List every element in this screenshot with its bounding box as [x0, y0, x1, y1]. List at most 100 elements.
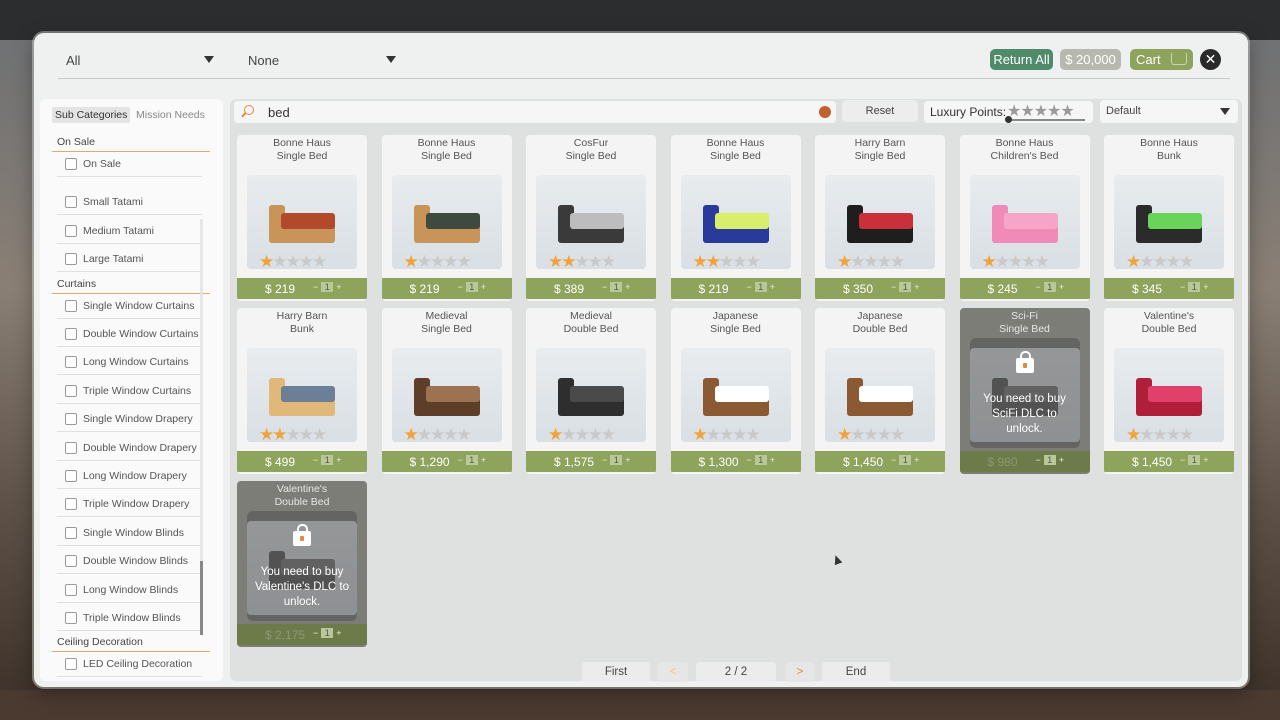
subcategory-checkbox-item[interactable]: Long Window Blinds: [57, 579, 202, 603]
product-card[interactable]: Medieval Single Bed ★★★★★ $ 1,290−1 +: [381, 308, 512, 474]
minus-icon[interactable]: −: [313, 455, 318, 465]
product-card[interactable]: Japanese Single Bed ★★★★★ $ 1,300−1 +: [670, 308, 801, 474]
plus-icon[interactable]: +: [625, 282, 630, 292]
minus-icon[interactable]: −: [602, 455, 607, 465]
plus-icon[interactable]: +: [1059, 455, 1064, 465]
checkbox-icon[interactable]: [65, 526, 77, 539]
category-dropdown[interactable]: All: [66, 53, 216, 68]
checkbox-icon[interactable]: [65, 328, 77, 340]
luxury-slider-handle[interactable]: [1005, 116, 1012, 123]
minus-icon[interactable]: −: [891, 282, 896, 292]
quantity-stepper[interactable]: −1 +: [458, 282, 486, 292]
quantity-stepper[interactable]: −1 +: [747, 455, 775, 465]
search-bar[interactable]: bed: [234, 101, 836, 123]
checkbox-icon[interactable]: [65, 413, 77, 426]
product-card[interactable]: Japanese Double Bed ★★★★★ $ 1,450−1 +: [815, 308, 945, 474]
product-card[interactable]: Sci-Fi Single Bed $ 980 −1 + You need to buy …: [959, 308, 1090, 474]
product-card[interactable]: Harry Barn Bunk ★★★★★ $ 499−1 +: [237, 308, 367, 474]
quantity-stepper[interactable]: −1 +: [891, 455, 920, 465]
checkbox-icon[interactable]: [65, 583, 77, 596]
minus-icon[interactable]: −: [891, 455, 896, 465]
product-card[interactable]: Bonne Haus Bunk ★★★★★ $ 345−1 +: [1104, 135, 1234, 301]
subcategory-checkbox-item[interactable]: On Sale: [57, 153, 202, 177]
plus-icon[interactable]: +: [481, 455, 486, 465]
checkbox-icon[interactable]: [65, 470, 77, 482]
subcategory-checkbox-item[interactable]: Triple Window Curtains: [57, 380, 202, 404]
checkbox-icon[interactable]: [65, 612, 77, 624]
return-all-button[interactable]: Return All: [990, 49, 1053, 70]
plus-icon[interactable]: +: [336, 628, 341, 638]
minus-icon[interactable]: −: [1180, 455, 1185, 465]
quantity-stepper[interactable]: −1 +: [458, 455, 486, 465]
quantity-stepper[interactable]: −1 +: [747, 282, 775, 292]
subcategory-checkbox-item[interactable]: Triple Window Drapery: [57, 493, 202, 518]
subcategory-checkbox-item[interactable]: Large Tatami: [57, 248, 202, 273]
plus-icon[interactable]: +: [770, 455, 775, 465]
tab-mission-needs[interactable]: Mission Needs: [133, 107, 208, 123]
minus-icon[interactable]: −: [747, 455, 752, 465]
minus-icon[interactable]: −: [313, 628, 318, 638]
plus-icon[interactable]: +: [1203, 282, 1208, 292]
plus-icon[interactable]: +: [336, 455, 341, 465]
checkbox-icon[interactable]: [65, 253, 77, 266]
subcategory-checkbox-item[interactable]: Double Window Blinds: [57, 550, 202, 575]
sort-dropdown[interactable]: Default: [1100, 100, 1238, 123]
minus-icon[interactable]: −: [602, 282, 607, 292]
subfilter-dropdown[interactable]: None: [248, 53, 398, 68]
minus-icon[interactable]: −: [458, 455, 463, 465]
quantity-stepper[interactable]: −1 +: [602, 282, 631, 292]
product-card[interactable]: Bonne Haus Children's Bed ★★★★★ $ 245−1 +: [959, 135, 1090, 301]
minus-icon[interactable]: −: [313, 282, 318, 292]
checkbox-icon[interactable]: [65, 555, 77, 568]
quantity-stepper[interactable]: −1 +: [1036, 455, 1064, 465]
sidebar-scrollbar-thumb[interactable]: [200, 561, 203, 635]
tab-sub-categories[interactable]: Sub Categories: [52, 107, 131, 123]
product-card[interactable]: Bonne Haus Single Bed ★★★★★ $ 219−1 +: [670, 135, 801, 301]
subcategory-checkbox-item[interactable]: Single Window Drapery: [57, 408, 202, 433]
plus-icon[interactable]: +: [625, 455, 630, 465]
quantity-stepper[interactable]: −1 +: [313, 455, 342, 465]
product-card[interactable]: Harry Barn Single Bed ★★★★★ $ 350−1 +: [815, 135, 945, 301]
minus-icon[interactable]: −: [458, 282, 463, 292]
plus-icon[interactable]: +: [1059, 282, 1064, 292]
plus-icon[interactable]: +: [770, 282, 775, 292]
checkbox-icon[interactable]: [65, 498, 77, 511]
next-page-button[interactable]: >: [786, 662, 814, 682]
close-button[interactable]: ✕: [1200, 49, 1221, 70]
product-card[interactable]: Valentine's Double Bed ★★★★★ $ 1,450−1 +: [1104, 308, 1234, 474]
quantity-stepper[interactable]: −1 +: [1180, 455, 1209, 465]
checkbox-icon[interactable]: [65, 356, 77, 369]
product-card[interactable]: CosFur Single Bed ★★★★★ $ 389−1 +: [526, 135, 656, 301]
subcategory-checkbox-item[interactable]: Double Window Drapery: [57, 437, 202, 461]
subcategory-checkbox-item[interactable]: LED Ceiling Decoration: [57, 653, 202, 678]
subcategory-checkbox-item[interactable]: Small Tatami: [57, 191, 202, 216]
checkbox-icon[interactable]: [65, 299, 77, 312]
quantity-stepper[interactable]: −1 +: [891, 282, 920, 292]
subcategory-checkbox-item[interactable]: Single Window Curtains: [57, 295, 202, 319]
luxury-slider-track[interactable]: [1007, 119, 1085, 121]
quantity-stepper[interactable]: −1 +: [313, 628, 342, 638]
minus-icon[interactable]: −: [1036, 282, 1041, 292]
product-card[interactable]: Bonne Haus Single Bed ★★★★★ $ 219−1 +: [237, 135, 367, 301]
product-card[interactable]: Valentine's Double Bed $ 2,175−1 + You need …: [237, 481, 367, 647]
minus-icon[interactable]: −: [1180, 282, 1185, 292]
plus-icon[interactable]: +: [336, 282, 341, 292]
plus-icon[interactable]: +: [1203, 455, 1208, 465]
plus-icon[interactable]: +: [914, 282, 919, 292]
checkbox-icon[interactable]: [65, 441, 77, 454]
quantity-stepper[interactable]: −1 +: [1180, 282, 1209, 292]
quantity-stepper[interactable]: −1 +: [313, 282, 342, 292]
reset-button[interactable]: Reset: [842, 100, 918, 122]
quantity-stepper[interactable]: −1 +: [602, 455, 631, 465]
checkbox-icon[interactable]: [65, 384, 77, 397]
search-input[interactable]: bed: [268, 105, 290, 120]
plus-icon[interactable]: +: [914, 455, 919, 465]
subcategory-checkbox-item[interactable]: Triple Window Blinds: [57, 607, 202, 631]
product-card[interactable]: Bonne Haus Single Bed ★★★★★ $ 219−1 +: [381, 135, 512, 301]
minus-icon[interactable]: −: [1036, 455, 1041, 465]
first-page-button[interactable]: First: [582, 662, 650, 682]
prev-page-button[interactable]: <: [658, 662, 688, 682]
subcategory-checkbox-item[interactable]: Long Window Drapery: [57, 465, 202, 489]
subcategory-checkbox-item[interactable]: Long Window Curtains: [57, 351, 202, 376]
clear-search-icon[interactable]: [819, 106, 831, 118]
